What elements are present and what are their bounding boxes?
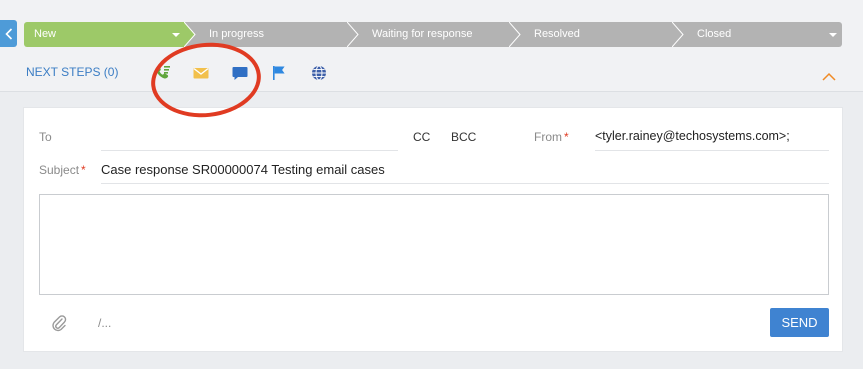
subject-label: Subject * xyxy=(39,163,86,177)
chevron-left-icon xyxy=(4,27,12,40)
stage-label: In progress xyxy=(209,28,265,40)
next-steps-bar: NEXT STEPS (0) xyxy=(0,58,863,91)
stage-label: New xyxy=(34,28,57,40)
email-icon[interactable] xyxy=(192,64,210,82)
next-steps-label[interactable]: NEXT STEPS (0) xyxy=(26,65,118,79)
from-label: From * xyxy=(534,130,569,144)
email-body-input[interactable] xyxy=(39,194,829,295)
flag-icon[interactable] xyxy=(270,64,288,82)
cc-button[interactable]: CC xyxy=(413,130,430,144)
stage-in-progress[interactable]: In progress xyxy=(185,22,359,47)
from-label-text: From xyxy=(534,130,562,144)
collapse-button[interactable] xyxy=(822,69,836,84)
to-field[interactable] xyxy=(101,129,398,147)
subject-field-underline xyxy=(101,183,829,184)
signature-button[interactable]: /... xyxy=(98,316,111,330)
stage-closed[interactable]: Closed xyxy=(673,22,842,47)
stage-new[interactable]: New xyxy=(24,22,196,47)
back-button[interactable] xyxy=(0,20,17,47)
attach-icon[interactable] xyxy=(51,314,67,335)
message-icon[interactable] xyxy=(231,64,249,82)
to-field-underline xyxy=(101,150,398,151)
stage-arrow xyxy=(184,22,196,47)
case-stage-bar: New In progress Waiting for response Res… xyxy=(0,0,863,58)
subject-label-text: Subject xyxy=(39,163,80,177)
globe-icon[interactable] xyxy=(310,64,328,82)
phone-call-icon[interactable] xyxy=(154,64,172,82)
stage-arrow xyxy=(509,22,521,47)
stage-label: Resolved xyxy=(534,28,580,40)
email-composer: To CC BCC From * <tyler.rainey@techosyste… xyxy=(23,107,843,352)
bcc-button[interactable]: BCC xyxy=(451,130,476,144)
stage-arrow xyxy=(672,22,684,47)
stage-resolved[interactable]: Resolved xyxy=(510,22,684,47)
stage-label: Waiting for response xyxy=(372,28,473,40)
required-marker: * xyxy=(81,163,86,177)
from-field-underline xyxy=(595,150,829,151)
from-field[interactable]: <tyler.rainey@techosystems.com>; xyxy=(595,129,790,143)
to-label: To xyxy=(39,130,52,144)
stage-arrow xyxy=(347,22,359,47)
stage-label: Closed xyxy=(697,28,732,40)
required-marker: * xyxy=(564,130,569,144)
subject-field[interactable]: Case response SR00000074 Testing email c… xyxy=(101,162,385,177)
send-button[interactable]: SEND xyxy=(770,308,829,337)
chevron-down-icon[interactable] xyxy=(829,33,837,37)
chevron-up-icon xyxy=(822,72,836,81)
chevron-down-icon[interactable] xyxy=(172,33,180,37)
stage-waiting-for-response[interactable]: Waiting for response xyxy=(348,22,521,47)
